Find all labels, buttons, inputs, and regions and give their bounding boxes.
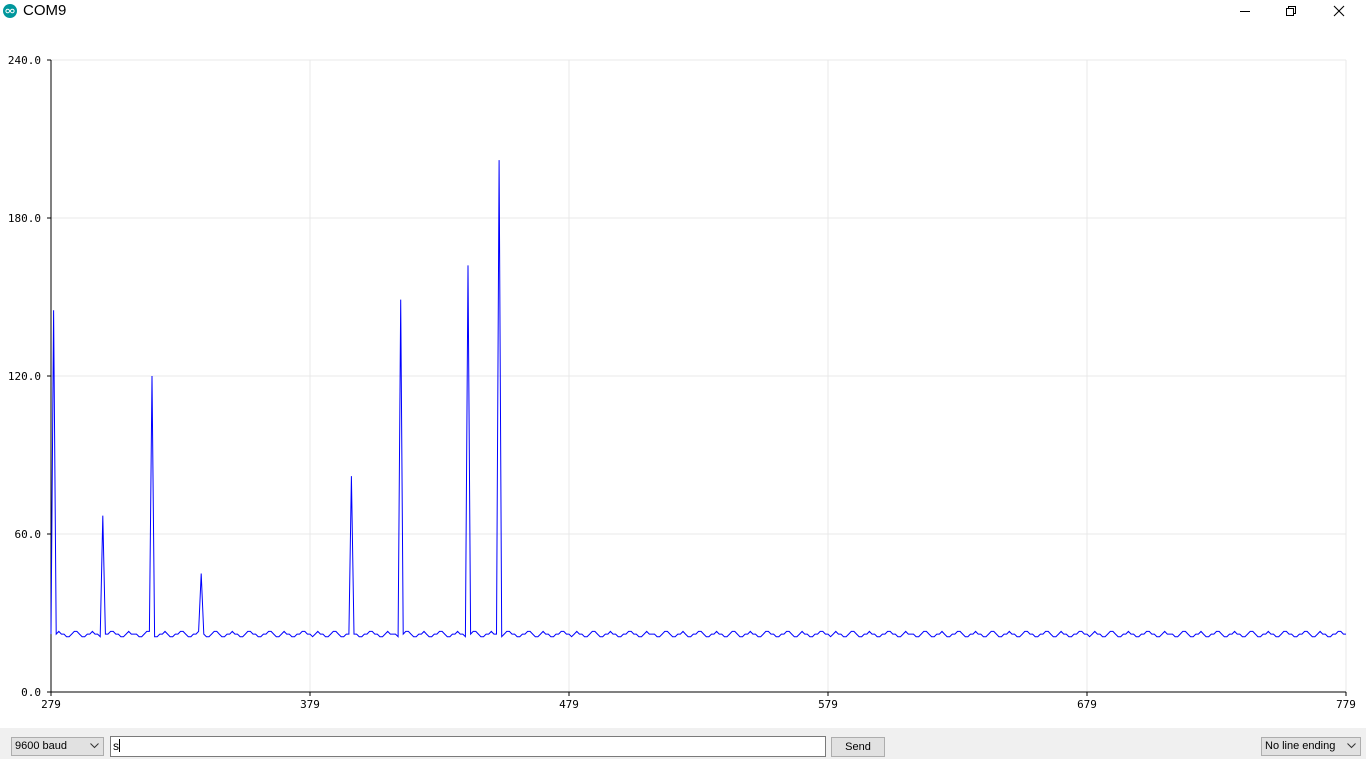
- x-tick-label: 479: [559, 698, 579, 711]
- close-button[interactable]: [1316, 0, 1362, 22]
- baud-rate-label: 9600 baud: [15, 740, 67, 752]
- window-title: COM9: [23, 2, 67, 19]
- line-ending-select[interactable]: No line ending: [1261, 737, 1361, 756]
- chevron-down-icon: [1347, 743, 1356, 749]
- y-tick-label: 240.0: [8, 54, 41, 67]
- minimize-button[interactable]: [1222, 0, 1268, 22]
- x-axis-ticks: 279 379 479 579 679 779: [41, 692, 1356, 711]
- x-tick-label: 279: [41, 698, 61, 711]
- restore-button[interactable]: [1268, 0, 1314, 22]
- x-tick-label: 779: [1336, 698, 1356, 711]
- chevron-down-icon: [90, 743, 99, 749]
- bottom-toolbar: 9600 baud s Send No line ending: [0, 728, 1366, 759]
- arduino-icon: [3, 4, 17, 18]
- restore-icon: [1286, 6, 1296, 16]
- close-icon: [1333, 5, 1345, 17]
- baud-rate-select[interactable]: 9600 baud: [11, 737, 104, 756]
- x-tick-label: 379: [300, 698, 320, 711]
- x-tick-label: 679: [1077, 698, 1097, 711]
- minimize-icon: [1240, 11, 1250, 12]
- x-tick-label: 579: [818, 698, 838, 711]
- y-axis-ticks: 0.0 60.0 120.0 180.0 240.0: [8, 54, 51, 699]
- y-tick-label: 120.0: [8, 370, 41, 383]
- serial-plotter: 0.0 60.0 120.0 180.0 240.0 279 379 479 579 679 77…: [0, 24, 1366, 728]
- plot-chart: 0.0 60.0 120.0 180.0 240.0 279 379 479 579 679 77…: [8, 54, 1356, 711]
- y-tick-label: 0.0: [21, 686, 41, 699]
- text-caret: [119, 739, 120, 752]
- plot-grid: [50, 59, 1347, 693]
- line-ending-label: No line ending: [1265, 740, 1336, 752]
- title-bar: COM9: [0, 0, 1366, 24]
- serial-input[interactable]: s: [110, 736, 826, 757]
- y-tick-label: 180.0: [8, 212, 41, 225]
- send-button[interactable]: Send: [831, 737, 885, 757]
- y-tick-label: 60.0: [15, 528, 42, 541]
- series-line: [50, 160, 1346, 638]
